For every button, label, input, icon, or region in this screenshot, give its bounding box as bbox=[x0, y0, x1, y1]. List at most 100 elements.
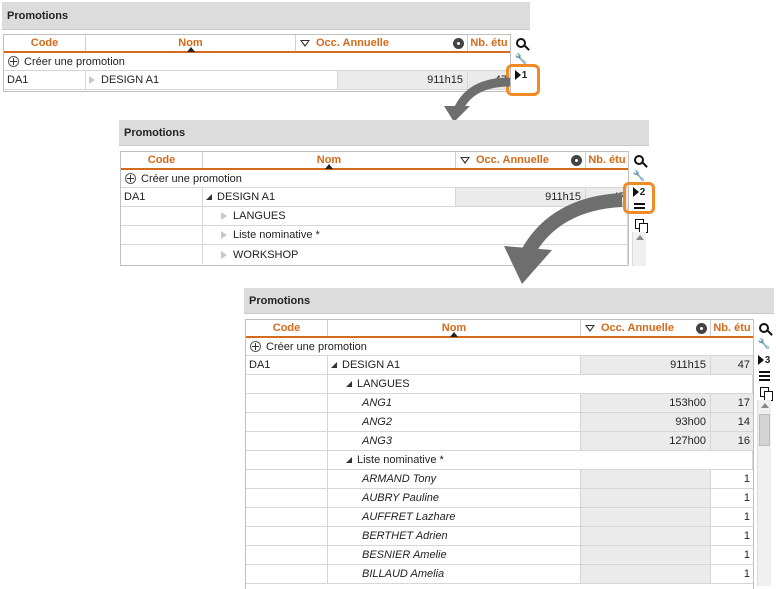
wrench-icon[interactable]: 🔧 bbox=[756, 336, 772, 352]
cell-nb: 14 bbox=[711, 413, 753, 431]
cell-nb: 47 bbox=[711, 356, 753, 374]
level-3-button[interactable]: 3 bbox=[756, 352, 772, 368]
collapse-icon[interactable] bbox=[346, 457, 352, 463]
cell-code bbox=[246, 546, 328, 564]
filter-icon[interactable] bbox=[460, 156, 470, 164]
search-icon[interactable] bbox=[756, 320, 772, 336]
scrollbar[interactable] bbox=[632, 232, 646, 266]
scrollbar[interactable] bbox=[757, 400, 771, 586]
scroll-up-icon[interactable] bbox=[760, 403, 769, 408]
collapse-icon[interactable] bbox=[331, 362, 337, 368]
expand-icon[interactable] bbox=[221, 250, 227, 259]
table-row[interactable]: ANG2 93h00 14 bbox=[246, 413, 753, 432]
cell-occ bbox=[581, 489, 711, 507]
cell-occ bbox=[581, 508, 711, 526]
cell-code bbox=[121, 226, 203, 244]
copy-icon[interactable] bbox=[756, 384, 773, 401]
scrollbar-thumb[interactable] bbox=[759, 414, 770, 446]
lines-icon[interactable] bbox=[756, 368, 772, 384]
cell-nom: BILLAUD Amelia bbox=[328, 565, 581, 583]
expand-icon[interactable] bbox=[221, 212, 227, 220]
cell-nom: ANG1 bbox=[328, 394, 581, 412]
column-header-occ-annuelle[interactable]: Occ. Annuelle bbox=[456, 152, 586, 168]
collapse-icon[interactable] bbox=[346, 381, 352, 387]
create-promotion-row[interactable]: Créer une promotion bbox=[246, 338, 753, 356]
plus-circle-icon bbox=[250, 341, 261, 352]
play-icon bbox=[757, 355, 764, 365]
create-promotion-row[interactable]: Créer une promotion bbox=[121, 170, 628, 188]
expand-icon[interactable] bbox=[221, 231, 227, 239]
cell-occ bbox=[581, 527, 711, 545]
collapse-icon[interactable] bbox=[206, 194, 212, 200]
filter-icon[interactable] bbox=[585, 324, 595, 332]
cell-nom: BERTHET Adrien bbox=[328, 527, 581, 545]
table-row[interactable]: Liste nominative * bbox=[246, 451, 753, 470]
cell-occ: 911h15 bbox=[581, 356, 711, 374]
column-header-nom[interactable]: Nom bbox=[86, 35, 296, 52]
gear-icon[interactable] bbox=[453, 38, 464, 49]
cell-code: DA1 bbox=[246, 356, 328, 374]
cell-code bbox=[121, 207, 203, 225]
column-header-occ-annuelle[interactable]: Occ. Annuelle bbox=[581, 320, 711, 336]
cell-code bbox=[246, 565, 328, 583]
promotions-grid: Code Nom Occ. Annuelle Nb. étu Créer une… bbox=[245, 319, 754, 589]
table-row[interactable]: ANG1 153h00 17 bbox=[246, 394, 753, 413]
gear-icon[interactable] bbox=[571, 155, 582, 166]
scroll-up-icon[interactable] bbox=[635, 235, 644, 240]
cell-code bbox=[246, 451, 328, 469]
column-header-occ-annuelle[interactable]: Occ. Annuelle bbox=[296, 35, 468, 51]
cell-nom: DESIGN A1 bbox=[86, 71, 338, 89]
table-row[interactable]: AUFFRET Lazhare 1 bbox=[246, 508, 753, 527]
cell-nb: 1 bbox=[743, 530, 750, 542]
column-header-nb-etu[interactable]: Nb. étu bbox=[468, 35, 510, 51]
search-icon[interactable] bbox=[631, 152, 647, 168]
table-row[interactable]: AUBRY Pauline 1 bbox=[246, 489, 753, 508]
search-icon[interactable] bbox=[513, 35, 529, 51]
table-row[interactable]: BESNIER Amelie 1 bbox=[246, 546, 753, 565]
cell-nom: DESIGN A1 bbox=[328, 356, 581, 374]
gear-icon[interactable] bbox=[696, 323, 707, 334]
table-row[interactable]: LANGUES bbox=[246, 375, 753, 394]
panel-title: Promotions bbox=[244, 288, 774, 314]
sort-indicator-icon bbox=[325, 164, 333, 169]
table-row[interactable]: DA1 DESIGN A1 911h15 47 bbox=[246, 356, 753, 375]
cell-nb: 1 bbox=[743, 492, 750, 504]
cell-code bbox=[246, 432, 328, 450]
copy-icon[interactable] bbox=[631, 216, 648, 233]
sort-indicator-icon bbox=[186, 47, 195, 52]
cell-occ bbox=[581, 470, 711, 488]
grid-header: Code Nom Occ. Annuelle Nb. étu bbox=[121, 152, 628, 170]
table-row[interactable]: ARMAND Tony 1 bbox=[246, 470, 753, 489]
filter-icon[interactable] bbox=[300, 39, 310, 47]
grid-header: Code Nom Occ. Annuelle Nb. étu bbox=[4, 35, 510, 53]
table-row[interactable]: DA1 DESIGN A1 911h15 47 bbox=[4, 71, 510, 90]
expand-icon[interactable] bbox=[89, 76, 95, 84]
column-header-code[interactable]: Code bbox=[246, 320, 328, 336]
column-header-code[interactable]: Code bbox=[121, 152, 203, 168]
column-header-code[interactable]: Code bbox=[4, 35, 86, 51]
sort-indicator-icon bbox=[450, 332, 458, 337]
column-header-nom[interactable]: Nom bbox=[328, 320, 581, 337]
cell-code: DA1 bbox=[121, 188, 203, 206]
plus-circle-icon bbox=[8, 56, 19, 67]
column-header-nom[interactable]: Nom bbox=[203, 152, 456, 169]
create-promotion-row[interactable]: Créer une promotion bbox=[4, 53, 510, 71]
cell-occ bbox=[581, 546, 711, 564]
table-row[interactable]: BERTHET Adrien 1 bbox=[246, 527, 753, 546]
cell-nom: AUBRY Pauline bbox=[328, 489, 581, 507]
cell-nb: 1 bbox=[743, 511, 750, 523]
cell-nom: ANG2 bbox=[328, 413, 581, 431]
cell-nb: 17 bbox=[711, 394, 753, 412]
cell-nom: ANG3 bbox=[328, 432, 581, 450]
column-header-nb-etu[interactable]: Nb. étu bbox=[586, 152, 628, 168]
cell-nb: 1 bbox=[743, 549, 750, 561]
cell-code bbox=[246, 527, 328, 545]
promotions-grid: Code Nom Occ. Annuelle Nb. étu Créer une… bbox=[3, 34, 511, 92]
table-row[interactable]: ANG3 127h00 16 bbox=[246, 432, 753, 451]
cell-nom: DESIGN A1 bbox=[203, 188, 456, 206]
cell-nom: ARMAND Tony bbox=[328, 470, 581, 488]
table-row[interactable]: BILLAUD Amelia 1 bbox=[246, 565, 753, 584]
column-header-nb-etu[interactable]: Nb. étu bbox=[711, 320, 753, 336]
cell-code: DA1 bbox=[4, 71, 86, 89]
panel-title: Promotions bbox=[119, 120, 649, 146]
